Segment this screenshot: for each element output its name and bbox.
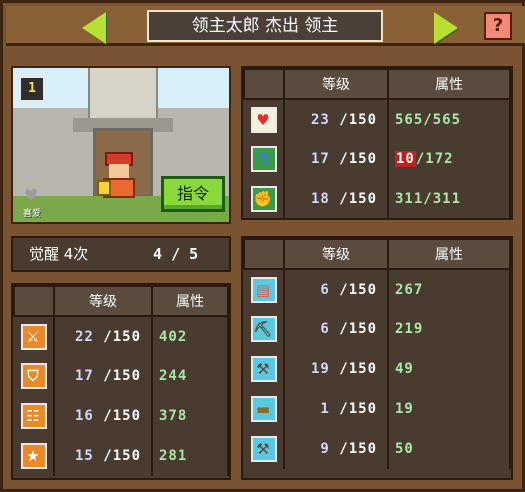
- character-portrait: 1 ♥ 喜爱 指令: [11, 66, 231, 224]
- table-row: ⛉ 17 /150 244: [14, 356, 229, 396]
- table-row: ★ 15 /150 281: [14, 436, 229, 476]
- level-badge-icon: 1: [19, 76, 45, 102]
- table-row: ☷ 16 /150 378: [14, 396, 229, 436]
- attribute-header: 属性: [387, 238, 511, 270]
- vital-stats-panel: 等级 属性 ♥ 23 /150 565/565 ⚗ 17 /150 10/172…: [241, 66, 513, 220]
- table-row: ✊ 18 /150 311/311: [244, 179, 511, 219]
- table-row: ⚗ 17 /150 10/172: [244, 139, 511, 179]
- favorite-label: 喜爱: [23, 209, 42, 219]
- previous-arrow-icon[interactable]: [82, 12, 106, 44]
- table-row: ⚒ 19 /150 49: [244, 349, 511, 389]
- table-row: ▤ 6 /150 267: [244, 269, 511, 309]
- sword-icon: ⚔: [20, 323, 47, 350]
- awaken-label: 觉醒 4次: [29, 245, 89, 263]
- next-arrow-icon[interactable]: [434, 12, 458, 44]
- header-bar: 领主太郎 杰出 领主 ?: [6, 6, 525, 46]
- attribute-header: 属性: [387, 68, 511, 100]
- attribute-header: 属性: [151, 285, 229, 317]
- table-row: ▬ 1 /150 19: [244, 389, 511, 429]
- shield-icon: ⛉: [20, 363, 47, 389]
- table-row: ⚔ 22 /150 402: [14, 316, 229, 356]
- level-header: 等级: [283, 68, 389, 100]
- help-button[interactable]: ?: [484, 12, 512, 40]
- table-row: ⛏ 6 /150 219: [244, 309, 511, 349]
- awaken-bar: 觉醒 4次 4 / 5: [11, 236, 231, 272]
- character-title: 领主太郎 杰出 领主: [147, 10, 383, 42]
- level-header: 等级: [283, 238, 389, 270]
- combat-stats-panel: 等级 属性 ⚔ 22 /150 402 ⛉ 17 /150 244 ☷ 16 /…: [11, 283, 231, 480]
- star-icon: ★: [20, 443, 47, 469]
- skill-stats-panel: 等级 属性 ▤ 6 /150 267 ⛏ 6 /150 219 ⚒ 19 /15…: [241, 236, 513, 480]
- level-header: 等级: [53, 285, 153, 317]
- awaken-count: 4 / 5: [153, 245, 199, 263]
- ladder-icon: ☷: [20, 403, 47, 429]
- pickaxe-icon: ⛏: [250, 316, 277, 342]
- command-button[interactable]: 指令: [161, 176, 225, 212]
- potion-icon: ⚗: [250, 146, 277, 172]
- favorite-heart-icon[interactable]: ♥: [25, 185, 47, 205]
- axe-icon: ⚒: [250, 436, 277, 462]
- book-icon: ▤: [250, 276, 277, 303]
- character-sprite: [97, 152, 139, 200]
- table-row: ⚒ 9 /150 50: [244, 429, 511, 469]
- heart-icon: ♥: [250, 106, 277, 133]
- arm-icon: ✊: [250, 186, 277, 212]
- table-row: ♥ 23 /150 565/565: [244, 99, 511, 139]
- shovel-icon: ⚒: [250, 356, 277, 382]
- anvil-icon: ▬: [250, 396, 277, 422]
